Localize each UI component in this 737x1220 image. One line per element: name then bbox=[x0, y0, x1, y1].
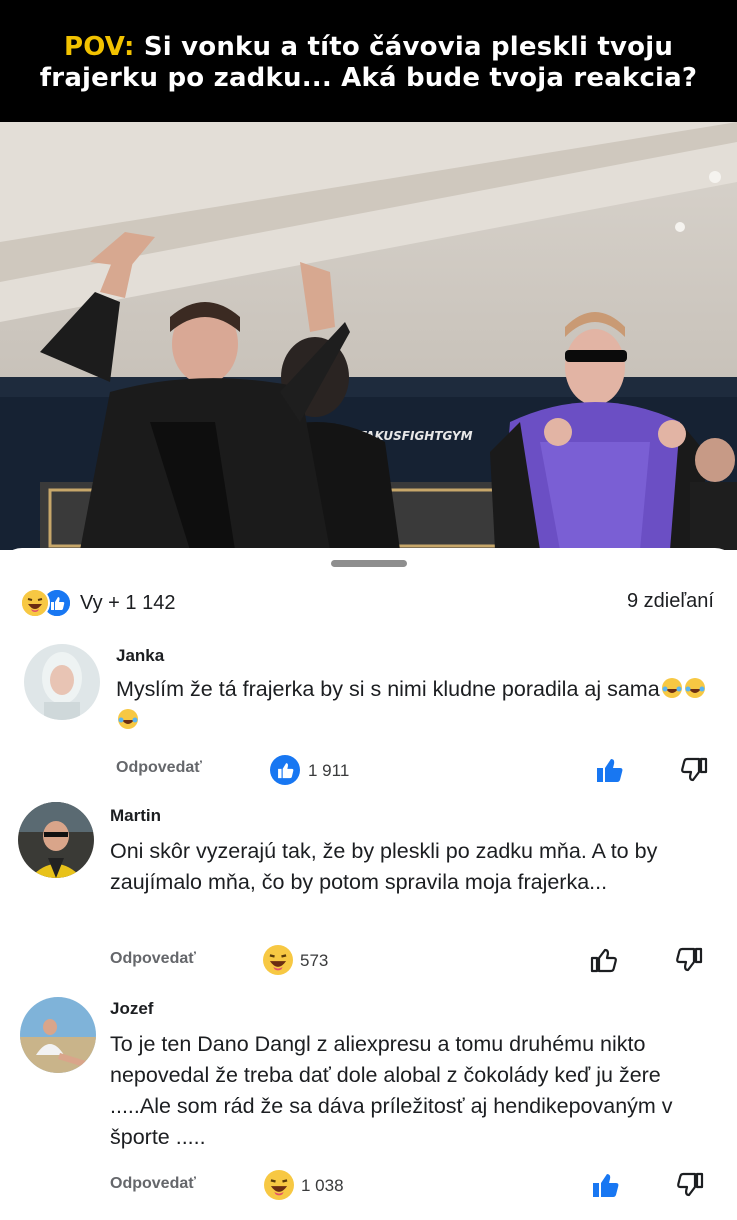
reply-button[interactable]: Odpovedať bbox=[110, 1175, 196, 1193]
dislike-button[interactable] bbox=[673, 1168, 707, 1202]
reaction-count[interactable]: 573 bbox=[300, 951, 328, 971]
reaction-count[interactable]: 1 038 bbox=[301, 1176, 344, 1196]
comment-text: Oni skôr vyzerajú tak, že by pleskli po … bbox=[110, 839, 658, 894]
comment-text: To je ten Dano Dangl z aliexpresu a tomu… bbox=[110, 1032, 673, 1149]
thumbs-up-outline-icon bbox=[590, 948, 617, 973]
thumbs-down-outline-icon bbox=[681, 757, 708, 782]
pov-label: POV: bbox=[63, 32, 135, 62]
post-title: POV: Si vonku a títo čávovia pleskli tvo… bbox=[0, 0, 737, 122]
sheet-drag-handle[interactable] bbox=[331, 560, 407, 567]
dislike-button[interactable] bbox=[672, 943, 706, 977]
thumbs-up-filled-icon bbox=[593, 1174, 619, 1197]
avatar[interactable] bbox=[18, 802, 94, 878]
like-button[interactable] bbox=[593, 753, 627, 787]
shares-count[interactable]: 9 zdieľaní bbox=[627, 590, 714, 613]
haha-reaction-icon bbox=[264, 1170, 294, 1200]
reactions-summary[interactable]: Vy + 1 142 bbox=[20, 588, 176, 618]
like-reaction-icon bbox=[270, 755, 300, 785]
reply-button[interactable]: Odpovedať bbox=[116, 759, 202, 777]
comment-text-body: Myslím že tá frajerka by si s nimi kludn… bbox=[116, 677, 660, 701]
comment-author[interactable]: Jozef bbox=[110, 999, 153, 1019]
thumbs-down-outline-icon bbox=[676, 947, 703, 972]
like-button[interactable] bbox=[587, 943, 621, 977]
reactions-count: Vy + 1 142 bbox=[80, 591, 176, 614]
dislike-button[interactable] bbox=[677, 753, 711, 787]
avatar[interactable] bbox=[20, 997, 96, 1073]
haha-reaction-icon bbox=[20, 588, 50, 618]
reaction-count[interactable]: 1 911 bbox=[308, 761, 349, 781]
title-line-1-text: Si vonku a títo čávovia pleskli tvoju bbox=[134, 32, 674, 62]
reply-button[interactable]: Odpovedať bbox=[110, 950, 196, 968]
post-photo[interactable]: ARTAKUSFIGHTGYM bbox=[0, 122, 737, 550]
title-line-1: POV: Si vonku a títo čávovia pleskli tvo… bbox=[0, 32, 737, 63]
like-button[interactable] bbox=[589, 1168, 623, 1202]
photo-illustration: ARTAKUSFIGHTGYM bbox=[0, 122, 737, 550]
avatar[interactable] bbox=[24, 644, 100, 720]
title-line-2: frajerku po zadku... Aká bude tvoja reak… bbox=[39, 63, 698, 93]
comment-author[interactable]: Janka bbox=[116, 646, 164, 666]
thumbs-up-filled-icon bbox=[597, 759, 623, 782]
haha-reaction-icon bbox=[263, 945, 293, 975]
thumbs-down-outline-icon bbox=[677, 1172, 704, 1197]
comment-author[interactable]: Martin bbox=[110, 806, 161, 826]
comment-text: Myslím že tá frajerka by si s nimi kludn… bbox=[116, 674, 716, 736]
